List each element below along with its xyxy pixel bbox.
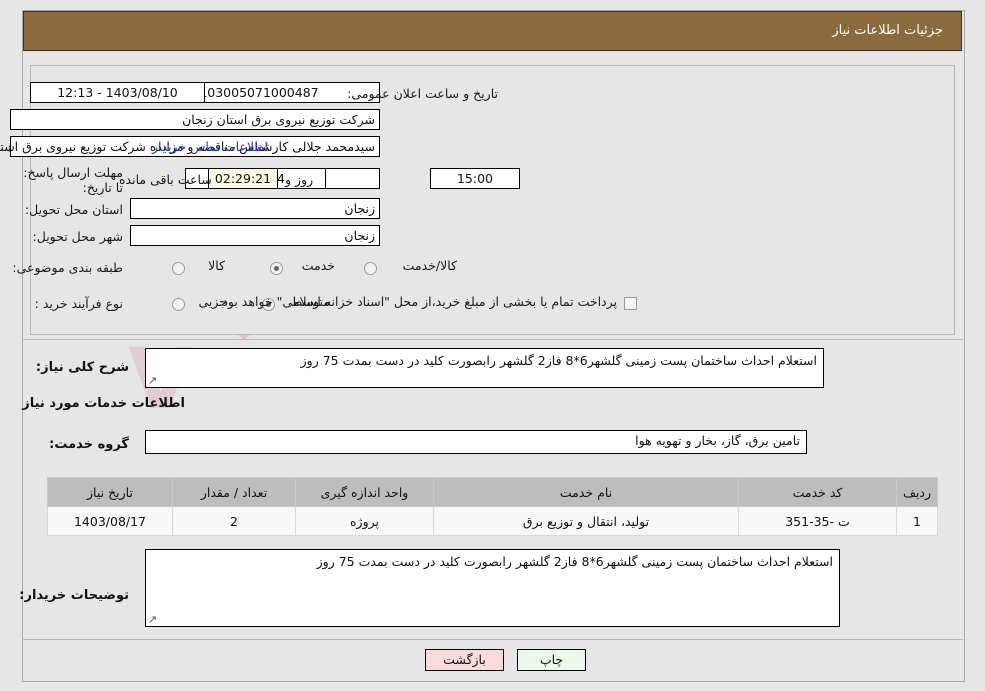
buyer-org-field[interactable]: شرکت توزیع نیروی برق استان زنجان [10,109,380,130]
resize-grip-icon[interactable] [148,376,158,386]
general-need-value: استعلام احداث ساختمان پست زمینی گلشهر6*8… [300,353,817,368]
page-title-bar: جزئیات اطلاعات نیاز [23,11,962,51]
col-header-unit: واحد اندازه گیری [295,477,434,507]
buyer-notes-label: توضیحات خریدار: [19,588,129,603]
service-group-field[interactable]: تامین برق، گاز، بخار و تهویه هوا [145,430,807,454]
buyer-notes-value: استعلام احداث ساختمان پست زمینی گلشهر6*8… [316,554,833,569]
remaining-hours-label: ساعت باقی مانده [119,172,212,187]
section-divider-1 [22,339,963,340]
back-button[interactable]: بازگشت [425,649,504,671]
cell-row-no: 1 [896,506,938,536]
treasury-bonds-text: پرداخت تمام یا بخشی از مبلغ خرید،از محل … [218,294,617,309]
days-and-label: روز و [285,172,314,187]
col-header-quantity: تعداد / مقدار [172,477,296,507]
col-header-row-no: ردیف [896,477,938,507]
page-title: جزئیات اطلاعات نیاز [832,23,943,38]
buyer-notes-textarea[interactable]: استعلام احداث ساختمان پست زمینی گلشهر6*8… [145,549,840,627]
cell-unit: پروژه [295,506,434,536]
province-field[interactable]: زنجان [130,198,380,219]
resize-grip-icon-2[interactable] [148,615,158,625]
announce-datetime-field[interactable]: 1403/08/10 - 12:13 [30,82,205,103]
deadline-time-field[interactable]: 15:00 [430,168,520,189]
general-need-label: شرح کلی نیاز: [35,360,129,375]
service-group-label: گروه خدمت: [49,437,129,452]
table-row[interactable]: 1 ت -35-351 تولید، انتقال و توزیع برق پر… [47,506,938,536]
col-header-code: کد خدمت [738,477,897,507]
services-table: ردیف کد خدمت نام خدمت واحد اندازه گیری ت… [47,477,938,536]
announce-datetime-label: تاریخ و ساعت اعلان عمومی: [347,86,498,101]
radio-category-kala[interactable] [172,262,185,275]
page-root: AriaTender.net V جزئیات اطلاعات نیاز شما… [0,0,985,691]
radio-category-khedmat[interactable] [270,262,283,275]
col-header-date: تاریخ نیاز [47,477,173,507]
deadline-label: مهلت ارسال پاسخ: تا تاریخ: [23,165,123,195]
table-header-row: ردیف کد خدمت نام خدمت واحد اندازه گیری ت… [47,477,938,507]
cell-quantity: 2 [172,506,296,536]
province-label: استان محل تحویل: [24,202,123,217]
buyer-contact-link[interactable]: اطلاعات تماس خریدار [152,139,268,154]
general-need-textarea[interactable]: استعلام احداث ساختمان پست زمینی گلشهر6*8… [145,348,824,388]
category-label: طبقه بندی موضوعی: [12,260,123,275]
cell-service-name: تولید، انتقال و توزیع برق [433,506,739,536]
col-header-name: نام خدمت [433,477,739,507]
print-button[interactable]: چاپ [517,649,586,671]
cell-need-date: 1403/08/17 [47,506,173,536]
city-label: شهر محل تحویل: [32,229,123,244]
radio-category-kala-khedmat[interactable] [364,262,377,275]
countdown-field: 02:29:21 [208,168,278,189]
city-field[interactable]: زنجان [130,225,380,246]
radio-process-jozee[interactable] [172,298,185,311]
radio-label-category-2: کالا/خدمت [402,258,457,273]
process-label: نوع فرآیند خرید : [34,296,123,311]
treasury-bonds-checkbox[interactable] [624,297,637,310]
services-heading: اطلاعات خدمات مورد نیاز [22,396,185,411]
section-divider-2 [22,639,963,640]
cell-service-code: ت -35-351 [738,506,897,536]
radio-label-category-1: خدمت [301,258,335,273]
radio-label-category-0: کالا [208,258,225,273]
